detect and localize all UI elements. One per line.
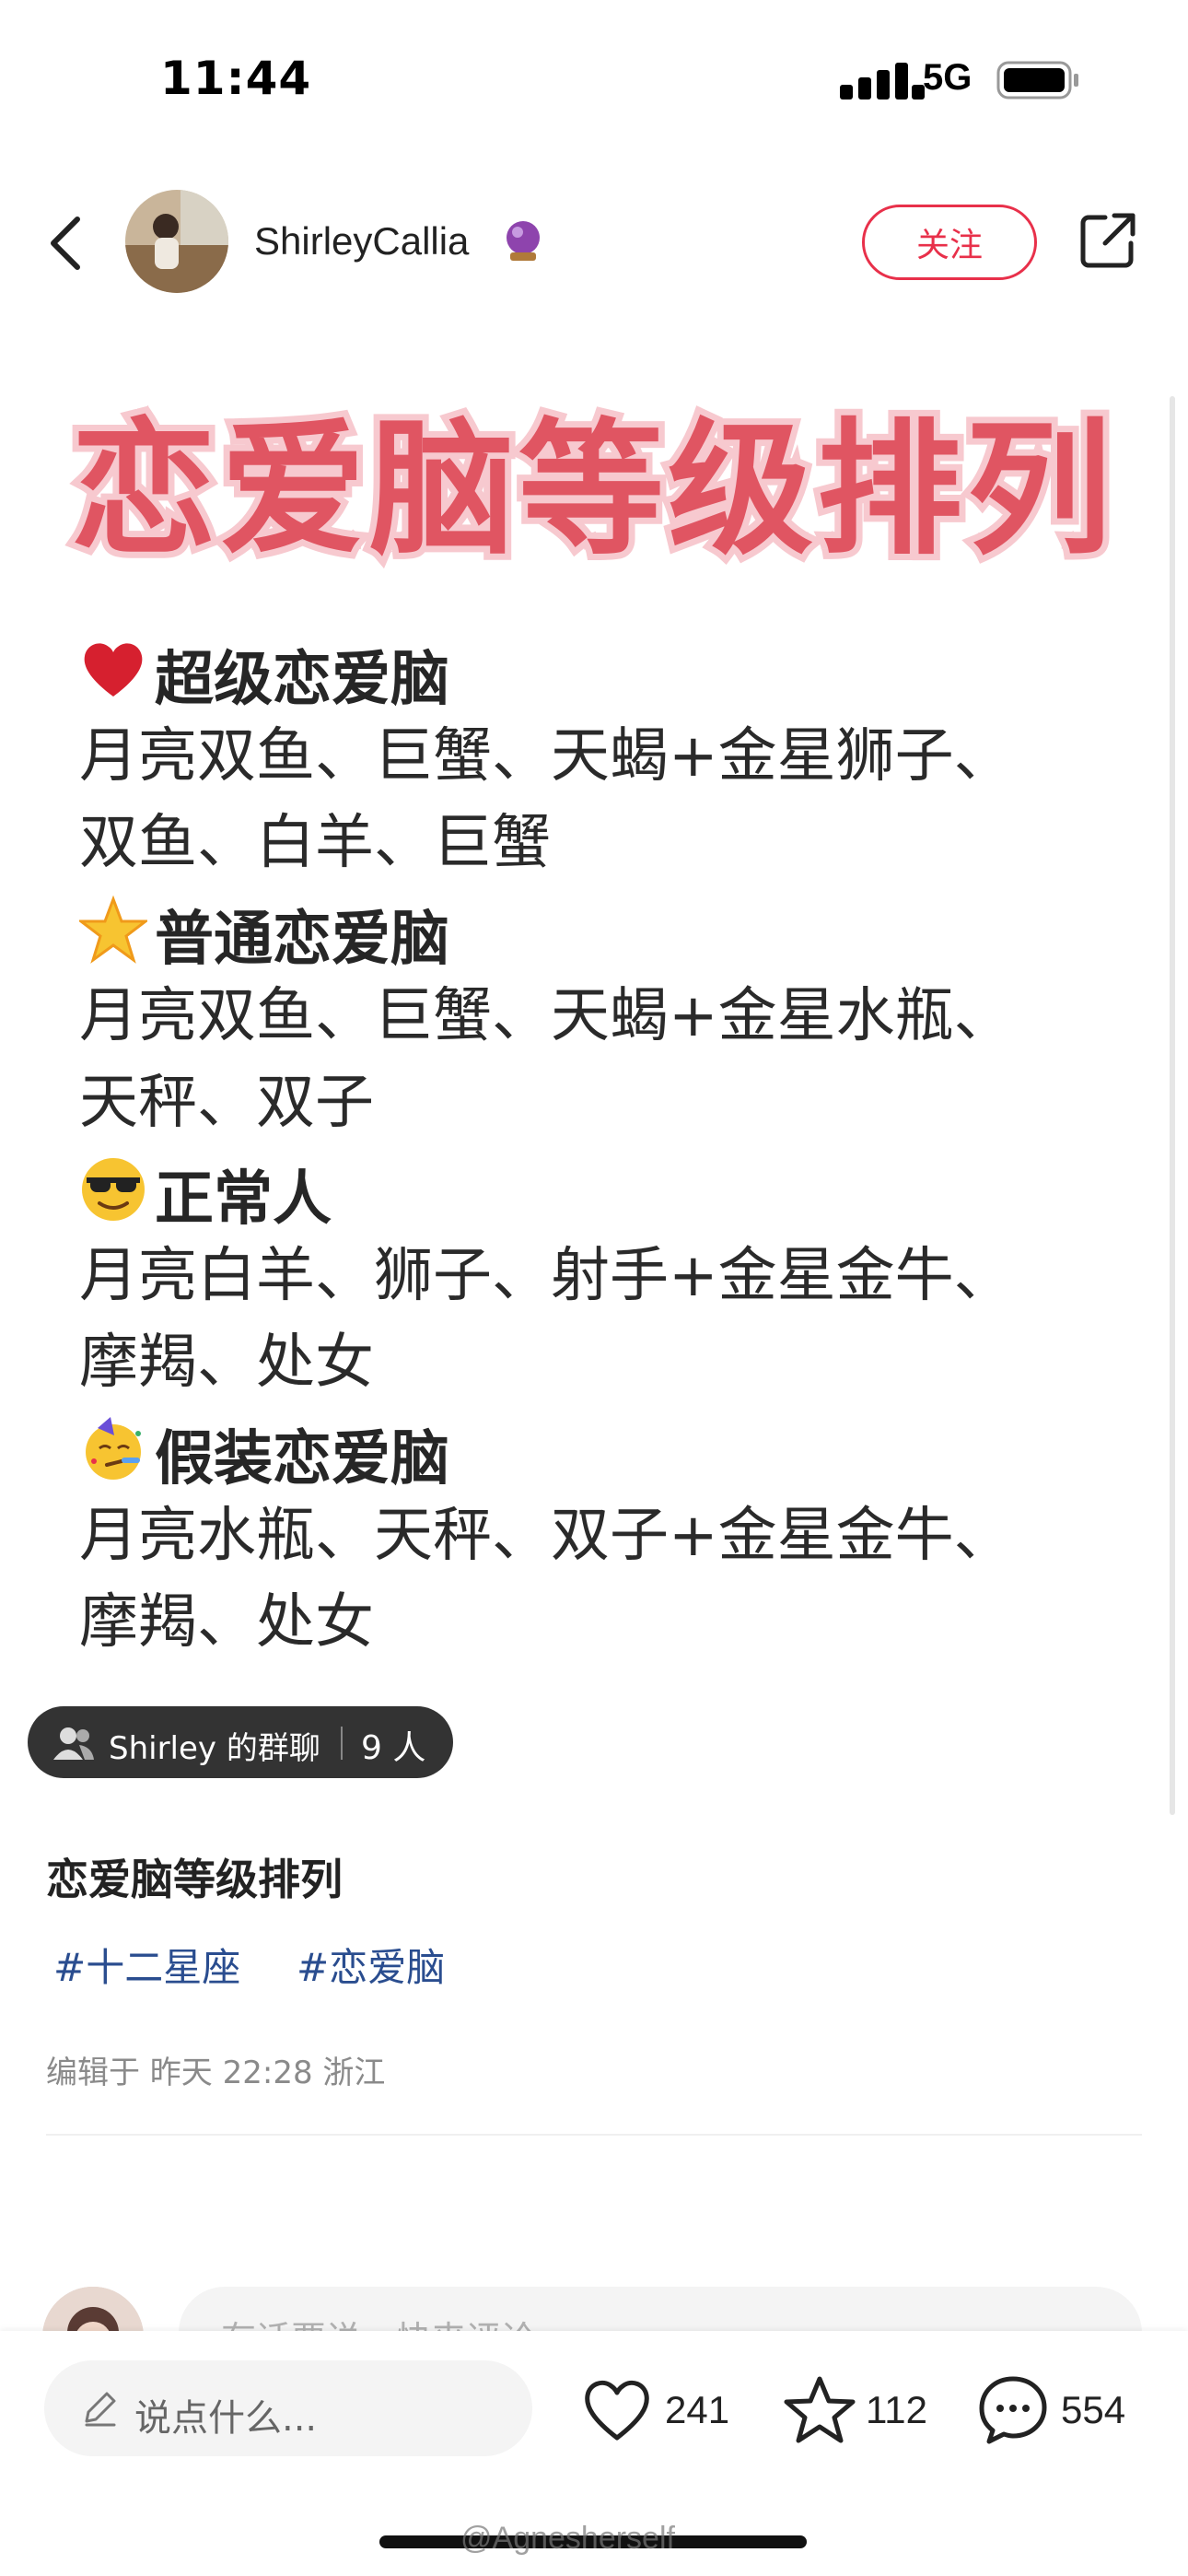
back-icon[interactable] (46, 214, 87, 273)
section-title: 普通恋爱脑 (155, 906, 449, 974)
section-line: 摩羯、处女 (79, 1588, 374, 1657)
section-body: 月亮水瓶、天秤、双子+金星金牛、 摩羯、处女 (79, 1493, 1147, 1666)
battery-icon (996, 61, 1078, 100)
section-line: 月亮双鱼、巨蟹、天蝎+金星狮子、 (79, 722, 1013, 790)
hashtag-link[interactable]: #十二星座 (53, 1937, 240, 1993)
section-line: 双鱼、白羊、巨蟹 (79, 809, 551, 877)
image-headline-text: 恋爱脑等级排列 (71, 405, 1115, 575)
section-title: 超级恋爱脑 (155, 646, 449, 714)
author-avatar[interactable] (125, 190, 228, 293)
section-body: 月亮双鱼、巨蟹、天蝎+金星水瓶、 天秤、双子 (79, 973, 1147, 1146)
network-type: 5G (923, 57, 973, 98)
group-icon (53, 1727, 94, 1760)
divider (341, 1727, 343, 1760)
group-chat-count: 9 人 (361, 1729, 426, 1767)
section-body: 月亮双鱼、巨蟹、天蝎+金星狮子、 双鱼、白羊、巨蟹 (79, 713, 1147, 886)
glowing-star-icon (79, 896, 147, 964)
section-line: 摩羯、处女 (79, 1329, 374, 1397)
party-face-icon (86, 1417, 141, 1480)
like-count: 241 (665, 2388, 730, 2431)
star-icon[interactable] (783, 2373, 856, 2445)
section-line: 月亮白羊、狮子、射手+金星金牛、 (79, 1242, 1013, 1310)
comment-count: 554 (1061, 2388, 1126, 2431)
edit-info: 编辑于 昨天 22:28 浙江 (46, 2055, 386, 2091)
group-chat-pill[interactable]: Shirley 的群聊 9 人 (28, 1706, 453, 1778)
red-heart-icon (84, 643, 143, 697)
comment-icon[interactable] (976, 2373, 1050, 2445)
say-something-input[interactable]: 说点什么... (44, 2360, 532, 2456)
crystal-ball-icon (507, 221, 540, 261)
note-title: 恋爱脑等级排列 (46, 1855, 343, 1904)
section-line: 天秤、双子 (79, 1069, 374, 1137)
divider (46, 2134, 1142, 2136)
section-title: 正常人 (155, 1165, 332, 1234)
follow-button[interactable]: 关注 (862, 205, 1037, 280)
status-time: 11:44 (160, 52, 312, 105)
collect-count: 112 (866, 2388, 927, 2431)
pencil-icon (85, 2392, 116, 2427)
scrollbar[interactable] (1170, 396, 1175, 1815)
section-line: 月亮水瓶、天秤、双子+金星金牛、 (79, 1502, 1013, 1570)
sunglasses-face-icon (82, 1158, 145, 1221)
watermark: @Agnesherself (460, 2521, 675, 2556)
author-name[interactable]: ShirleyCallia (254, 219, 469, 263)
section-body: 月亮白羊、狮子、射手+金星金牛、 摩羯、处女 (79, 1233, 1147, 1406)
image-headline: 恋爱脑等级排列 (64, 399, 1118, 581)
section-title: 假装恋爱脑 (155, 1425, 449, 1493)
hashtag-link[interactable]: #恋爱脑 (297, 1937, 445, 1993)
say-something-placeholder: 说点什么... (134, 2397, 318, 2440)
signal-icon (840, 63, 925, 100)
group-chat-name: Shirley 的群聊 (109, 1730, 320, 1767)
share-icon[interactable] (1077, 210, 1138, 271)
like-icon[interactable] (580, 2373, 654, 2445)
section-line: 月亮双鱼、巨蟹、天蝎+金星水瓶、 (79, 982, 1013, 1050)
